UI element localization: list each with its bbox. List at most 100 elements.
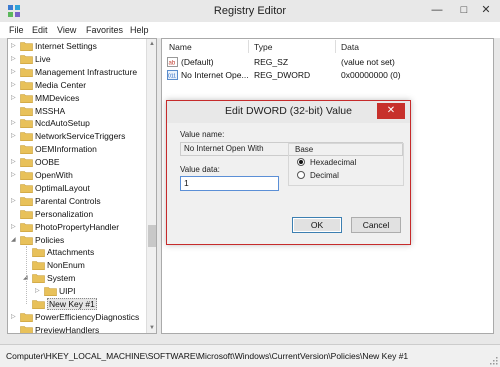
folder-icon [32,300,45,309]
tree-item-label: OpenWith [35,170,73,180]
title-bar[interactable]: Registry Editor — □ ✕ [0,0,500,22]
folder-icon [32,274,45,284]
tree-item[interactable]: MSSHA [8,105,146,118]
svg-text:011: 011 [168,74,176,80]
tree-item[interactable]: ▷ Live [8,53,146,66]
tree-item-label: NetworkServiceTriggers [35,131,126,142]
tree-item[interactable]: PreviewHandlers [8,324,146,333]
cancel-button[interactable]: Cancel [351,217,401,233]
tree-item[interactable]: NonEnum [8,259,146,272]
menu-bar: File Edit View Favorites Help [0,22,500,38]
menu-file[interactable]: File [9,25,24,35]
scroll-up-icon[interactable]: ▲ [147,39,156,49]
tree-scrollbar[interactable]: ▲ ▼ [146,39,156,333]
tree-item[interactable]: ◢ System [8,272,146,285]
scroll-down-icon[interactable]: ▼ [147,323,156,333]
svg-text:ab: ab [169,61,176,67]
menu-view[interactable]: View [57,25,76,35]
menu-edit[interactable]: Edit [32,25,48,35]
column-header-data[interactable]: Data [341,42,359,52]
expand-arrow-icon[interactable]: ▷ [11,172,17,179]
expand-arrow-icon[interactable]: ▷ [11,198,17,205]
folder-icon [20,42,33,51]
expand-arrow-icon[interactable]: ▷ [35,288,41,295]
dialog-body: Value name: No Internet Open With Value … [167,123,410,244]
tree-item-label: Parental Controls [35,195,101,206]
tree-item[interactable]: ▷ Media Center [8,79,146,92]
tree-item[interactable]: ▷ PhotoPropertyHandler [8,221,146,234]
tree-item[interactable]: ◢ Policies [8,234,146,247]
tree-item-label: Policies [35,234,65,245]
tree-item[interactable]: ▷ MMDevices [8,92,146,105]
column-header-type[interactable]: Type [254,42,272,52]
tree-item[interactable]: ▷ UIPI [8,285,146,298]
expand-arrow-icon[interactable]: ▷ [11,314,17,321]
dialog-close-button[interactable]: ✕ [377,103,405,119]
scrollbar-thumb[interactable] [148,225,156,247]
value-type: REG_SZ [254,57,289,67]
radio-decimal[interactable]: Decimal [297,170,397,181]
collapse-arrow-icon[interactable]: ◢ [11,237,17,244]
tree-item[interactable]: OptimalLayout [8,182,146,195]
menu-favorites[interactable]: Favorites [86,25,123,35]
radio-label: Hexadecimal [310,158,357,167]
column-divider[interactable] [335,40,336,53]
folder-icon [32,261,45,271]
radio-button[interactable] [297,158,305,166]
base-group: Base Hexadecimal Decimal [288,143,404,186]
radio-hexadecimal[interactable]: Hexadecimal [297,157,397,168]
close-button[interactable]: ✕ [472,0,500,20]
folder-icon [20,93,33,103]
tree-item-label: Personalization [35,208,94,219]
menu-help[interactable]: Help [130,25,149,35]
tree-item[interactable]: New Key #1 [8,298,146,311]
expand-arrow-icon[interactable]: ▷ [11,56,17,63]
value-type: REG_DWORD [254,70,311,80]
tree-item[interactable]: ▷ NcdAutoSetup [8,117,146,130]
expand-arrow-icon[interactable]: ▷ [11,69,17,76]
expand-arrow-icon[interactable]: ▷ [11,120,17,127]
expand-arrow-icon[interactable]: ▷ [11,133,17,140]
value-row[interactable]: 011 No Internet Ope... REG_DWORD 0x00000… [162,69,493,82]
tree-item[interactable]: ▷ Internet Settings [8,40,146,53]
tree-item[interactable]: Attachments [8,246,146,259]
column-header-name[interactable]: Name [169,42,192,52]
folder-icon [20,313,33,322]
tree-item-label: PowerEfficiencyDiagnostics [35,311,140,322]
registry-editor-window: Registry Editor — □ ✕ File Edit View Fav… [0,0,500,367]
tree-item[interactable]: ▷ Management Infrastructure [8,66,146,79]
folder-icon [20,80,33,90]
folder-icon [44,287,57,297]
tree-item-label: New Key #1 [47,298,97,310]
tree-item-label: Internet Settings [35,41,97,51]
radio-button[interactable] [297,171,305,179]
tree-item[interactable]: ▷ PowerEfficiencyDiagnostics [8,311,146,324]
expand-arrow-icon[interactable]: ▷ [11,159,17,166]
folder-icon [20,235,33,245]
radio-label: Decimal [310,171,339,180]
value-data-input[interactable]: 1 [180,176,279,191]
tree-item-label: Media Center [35,79,87,90]
expand-arrow-icon[interactable]: ▷ [11,43,17,50]
expand-arrow-icon[interactable]: ▷ [11,82,17,89]
expand-arrow-icon[interactable]: ▷ [11,224,17,231]
tree-item[interactable]: ▷ Parental Controls [8,195,146,208]
column-divider[interactable] [248,40,249,53]
tree-item[interactable]: ▷ OOBE [8,156,146,169]
tree-item[interactable]: ▷ NetworkServiceTriggers [8,130,146,143]
tree-item[interactable]: ▷ OpenWith [8,169,146,182]
base-label: Base [295,145,314,154]
folder-icon [20,325,33,333]
value-row[interactable]: ab (Default) REG_SZ (value not set) [162,56,493,69]
tree-item-label: NcdAutoSetup [35,118,90,129]
folder-icon [20,222,33,232]
minimize-button[interactable]: — [424,0,450,20]
registry-key-tree[interactable]: ▷ Internet Settings ▷ Live ▷ Management Infra… [7,38,157,334]
tree-item-label: NonEnum [47,260,85,271]
dialog-title[interactable]: Edit DWORD (32-bit) Value [167,101,410,123]
expand-arrow-icon[interactable]: ▷ [11,95,17,102]
resize-grip-icon[interactable] [489,356,498,365]
tree-item[interactable]: OEMInformation [8,143,146,156]
tree-item[interactable]: Personalization [8,208,146,221]
ok-button[interactable]: OK [292,217,342,233]
